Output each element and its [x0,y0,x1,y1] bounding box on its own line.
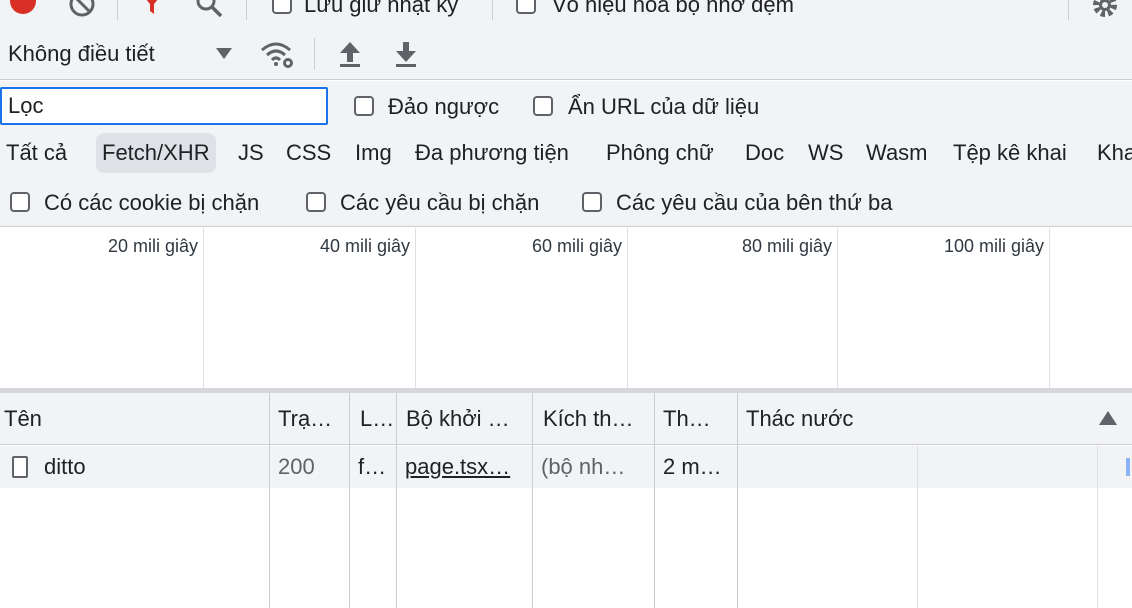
hide-data-urls-checkbox[interactable] [533,96,553,116]
filter-input[interactable] [0,87,328,125]
request-name: ditto [44,454,86,479]
request-type: f… [358,454,387,479]
dropdown-arrow-icon [216,48,232,59]
table-header: Tên Trạ… L… Bộ khởi … Kích th… Th… Thác … [0,393,1132,445]
search-icon[interactable] [194,0,224,20]
column-divider [532,393,533,608]
timeline-gridline [203,228,204,388]
network-conditions-icon[interactable] [260,40,296,70]
tab-ws[interactable]: WS [802,133,849,173]
timeline-tick-label: 40 mili giây [319,236,410,256]
sort-ascending-icon[interactable] [1099,411,1117,425]
timeline-tick-label: 100 mili giây [943,236,1044,256]
blocked-requests-label: Các yêu cầu bị chặn [340,190,540,215]
preserve-log-checkbox[interactable] [272,0,292,14]
toolbar-separator [492,0,493,20]
filter-bar: Đảo ngược Ẩn URL của dữ liệu Tất cả Fetc… [0,81,1132,227]
column-divider [654,393,655,608]
main-toolbar: Lưu giữ nhật ký Vô hiệu hoá bộ nhớ đệm [0,0,1132,28]
filter-funnel-icon[interactable] [138,0,166,18]
column-header-waterfall[interactable]: Thác nước [742,393,1042,445]
export-har-icon[interactable] [394,40,418,68]
timeline-gridline [627,228,628,388]
request-status: 200 [278,454,315,479]
tab-doc[interactable]: Doc [739,133,790,173]
timeline-gridline [415,228,416,388]
blocked-cookies-checkbox[interactable] [10,192,30,212]
invert-label: Đảo ngược [388,94,500,119]
column-header-initiator[interactable]: Bộ khởi … [402,393,530,445]
throttle-toolbar: Không điều tiết [0,28,1132,80]
waterfall-bar [1126,458,1130,476]
column-header-status[interactable]: Trạ… [274,393,348,445]
timeline-gridline [837,228,838,388]
waterfall-gridline [917,446,918,608]
tab-fetch-xhr[interactable]: Fetch/XHR [96,133,216,173]
tab-img[interactable]: Img [349,133,398,173]
timeline-tick-label: 60 mili giây [531,236,622,256]
column-divider [269,393,270,608]
clear-icon[interactable] [68,0,96,18]
blocked-requests-checkbox[interactable] [306,192,326,212]
column-header-type[interactable]: L… [356,393,394,445]
request-initiator-link[interactable]: page.tsx… [397,446,532,488]
throttle-label: Không điều tiết [8,41,155,66]
record-icon[interactable] [10,0,36,14]
toolbar-separator [1068,0,1069,20]
invert-checkbox[interactable] [354,96,374,116]
import-har-icon[interactable] [338,40,362,68]
toolbar-separator [314,38,315,70]
tab-wasm[interactable]: Wasm [860,133,934,173]
column-header-size[interactable]: Kích th… [539,393,651,445]
throttle-select[interactable]: Không điều tiết [0,34,245,74]
third-party-label: Các yêu cầu của bên thứ ba [616,190,893,215]
tab-js[interactable]: JS [232,133,270,173]
disable-cache-label: Vô hiệu hoá bộ nhớ đệm [552,0,794,17]
blocked-cookies-label: Có các cookie bị chặn [44,190,260,215]
column-header-time[interactable]: Th… [659,393,735,445]
disable-cache-checkbox[interactable] [516,0,536,14]
tab-other[interactable]: Kha [1091,133,1132,173]
waterfall-gridline [1097,446,1098,608]
tab-all[interactable]: Tất cả [0,133,73,173]
timeline-gridline [1049,228,1050,388]
timeline-tick-label: 80 mili giây [741,236,832,256]
preserve-log-label: Lưu giữ nhật ký [304,0,459,17]
column-divider [737,393,738,608]
tab-manifest[interactable]: Tệp kê khai [947,133,1073,173]
file-icon [12,456,28,478]
request-size: (bộ nh… [541,454,626,479]
column-header-name[interactable]: Tên [0,393,268,445]
column-divider [396,393,397,608]
toolbar-separator [117,0,118,20]
tab-media[interactable]: Đa phương tiện [409,133,575,173]
tab-font[interactable]: Phông chữ [600,133,720,173]
toolbar-separator [246,0,247,20]
tab-css[interactable]: CSS [280,133,337,173]
gear-icon[interactable] [1090,0,1120,20]
column-divider [349,393,350,608]
table-row[interactable]: ditto 200 f… page.tsx… (bộ nh… 2 m… [0,446,1132,488]
timeline-tick-label: 20 mili giây [107,236,198,256]
third-party-checkbox[interactable] [582,192,602,212]
hide-data-urls-label: Ẩn URL của dữ liệu [568,94,760,119]
request-time: 2 m… [663,454,722,479]
timeline-overview[interactable]: 20 mili giây 40 mili giây 60 mili giây 8… [0,228,1132,388]
